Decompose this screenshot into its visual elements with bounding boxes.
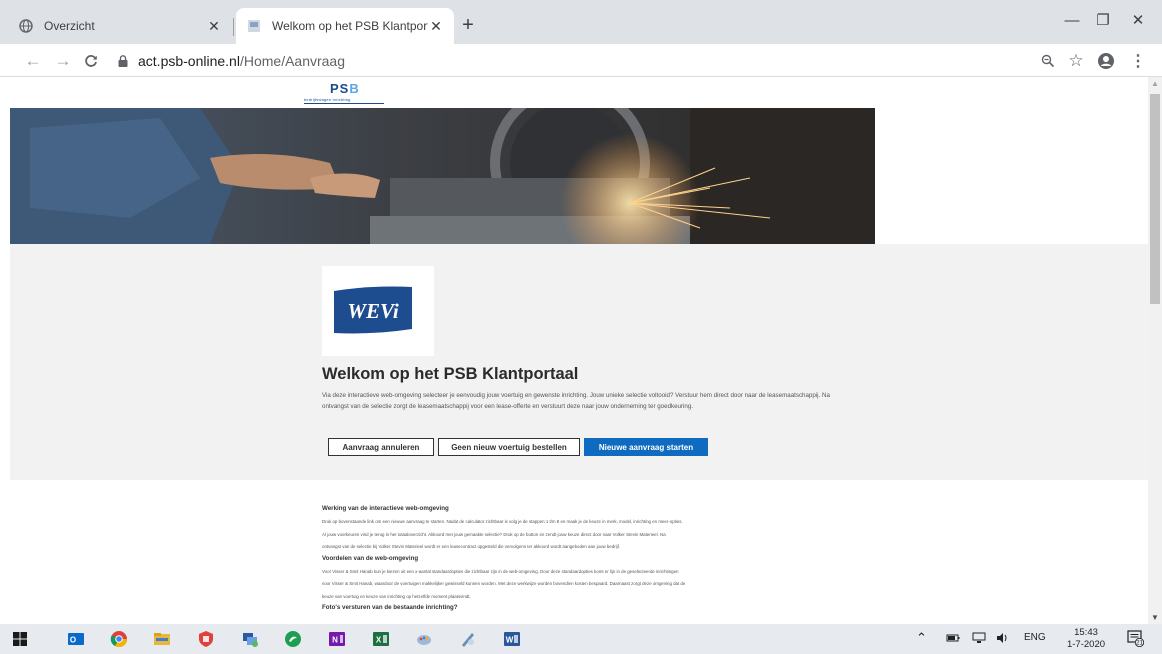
address-bar[interactable]: act.psb-online.nl/Home/Aanvraag <box>116 48 1046 74</box>
word-icon[interactable]: W <box>502 629 522 649</box>
info-paragraph: Voor Visser & Smit Hanab kun je kiezen u… <box>322 568 679 574</box>
tab-klantportaal[interactable]: Welkom op het PSB Klantportaal ✕ <box>236 8 454 44</box>
cancel-request-button[interactable]: Aanvraag annuleren <box>328 438 434 456</box>
info-paragraph: ontvangst van de selectie bij Volker Ste… <box>322 544 621 549</box>
battery-icon[interactable] <box>946 632 960 647</box>
chrome-icon[interactable] <box>109 629 129 649</box>
network-app-icon[interactable] <box>240 629 260 649</box>
back-button[interactable]: ← <box>22 50 44 72</box>
clock-time: 15:43 <box>1074 627 1098 638</box>
browser-menu-icon[interactable]: ⋮ <box>1128 51 1148 71</box>
excel-icon[interactable]: X <box>371 629 391 649</box>
language-indicator[interactable]: ENG <box>1024 632 1046 643</box>
lock-icon <box>118 55 128 67</box>
scroll-up-arrow-icon[interactable]: ▲ <box>1151 79 1159 88</box>
page-viewport: PSB bedrijfswagen inrichting WEVi Welkom… <box>0 77 1148 624</box>
clock-date: 1-7-2020 <box>1066 639 1106 650</box>
info-section: Werking van de interactieve web-omgeving… <box>322 505 852 616</box>
svg-text:X: X <box>376 636 382 645</box>
psb-logo-wordmark: PSB <box>330 81 360 96</box>
reload-icon <box>85 55 97 67</box>
page-favicon-icon <box>246 18 262 34</box>
psb-logo-underline <box>304 103 384 104</box>
bookmark-star-icon[interactable]: ☆ <box>1066 51 1086 71</box>
page-title: Welkom op het PSB Klantportaal <box>322 365 579 383</box>
network-icon[interactable] <box>972 632 986 647</box>
tab-title: Overzicht <box>44 19 95 33</box>
welcome-section: WEVi Welkom op het PSB Klantportaal Via … <box>10 244 1148 480</box>
volume-icon[interactable] <box>996 632 1010 647</box>
svg-text:WEVi: WEVi <box>347 299 399 323</box>
windows-start-icon[interactable] <box>10 629 30 649</box>
wevi-logo: WEVi <box>334 286 412 334</box>
profile-icon[interactable] <box>1096 51 1116 71</box>
no-new-vehicle-button[interactable]: Geen nieuw voertuig bestellen <box>438 438 580 456</box>
tab-title: Welkom op het PSB Klantportaal <box>272 19 428 33</box>
url-host: act.psb-online.nl <box>138 53 240 69</box>
info-paragraph: voor Visser & Smit Hanab, waardoor de vo… <box>322 581 686 586</box>
file-explorer-icon[interactable] <box>152 629 172 649</box>
paint-icon[interactable] <box>414 629 434 649</box>
info-paragraph: Al jouw voorkeuren vind je terug in het … <box>322 531 666 537</box>
svg-text:W: W <box>506 636 514 645</box>
close-window-button[interactable]: ✕ <box>1118 8 1158 32</box>
tab-separator <box>233 18 234 36</box>
psb-logo-tagline: bedrijfswagen inrichting <box>304 97 351 102</box>
page-scrollbar[interactable]: ▲ ▼ <box>1148 77 1162 624</box>
browser-toolbar: ← → act.psb-online.nl/Home/Aanvraag ☆ ⋮ <box>0 44 1162 77</box>
outlook-icon[interactable]: O <box>66 629 86 649</box>
new-tab-button[interactable]: + <box>458 15 478 36</box>
section-heading: Voordelen van de web-omgeving <box>322 554 419 562</box>
psb-logo[interactable]: PSB bedrijfswagen inrichting <box>304 81 386 105</box>
windows-taskbar: O N X W ⌃ ENG 15:43 1-7-2020 21 <box>0 624 1162 654</box>
reload-button[interactable] <box>80 50 102 72</box>
url-path: /Home/Aanvraag <box>239 53 346 69</box>
zoom-icon[interactable] <box>1038 51 1058 71</box>
globe-icon <box>18 18 34 34</box>
system-clock[interactable]: 15:43 1-7-2020 <box>1064 627 1108 651</box>
svg-text:O: O <box>70 636 76 645</box>
wevi-logo-card: WEVi <box>322 266 434 356</box>
browser-tab-strip: Overzicht ✕ Welkom op het PSB Klantporta… <box>0 0 1162 44</box>
info-paragraph: keuze van voertuig en keuze van inrichti… <box>322 593 471 599</box>
notification-center-icon[interactable]: 21 <box>1126 629 1145 650</box>
svg-text:21: 21 <box>1136 641 1143 647</box>
svg-text:N: N <box>332 636 338 645</box>
tab-close-icon[interactable]: ✕ <box>428 18 444 34</box>
tab-close-icon[interactable]: ✕ <box>206 18 222 34</box>
security-app-icon[interactable] <box>196 629 216 649</box>
welcome-intro-text: Via deze interactieve web-omgeving selec… <box>322 392 830 410</box>
new-request-button[interactable]: Nieuwe aanvraag starten <box>584 438 708 456</box>
edge-like-app-icon[interactable] <box>283 629 303 649</box>
maximize-button[interactable]: ❐ <box>1083 8 1123 32</box>
forward-button[interactable]: → <box>52 50 74 72</box>
onenote-icon[interactable]: N <box>327 629 347 649</box>
section-heading: Foto's versturen van de bestaande inrich… <box>322 604 458 611</box>
hero-banner-image <box>10 108 875 244</box>
tray-expand-chevron-icon[interactable]: ⌃ <box>916 630 927 646</box>
section-heading: Werking van de interactieve web-omgeving <box>322 505 449 512</box>
tab-overzicht[interactable]: Overzicht ✕ <box>8 8 232 44</box>
draw-icon[interactable] <box>458 629 478 649</box>
scrollbar-thumb[interactable] <box>1150 94 1160 304</box>
scroll-down-arrow-icon[interactable]: ▼ <box>1151 613 1159 622</box>
info-paragraph: Druk op bovenstaande link om een nieuwe … <box>322 519 683 524</box>
